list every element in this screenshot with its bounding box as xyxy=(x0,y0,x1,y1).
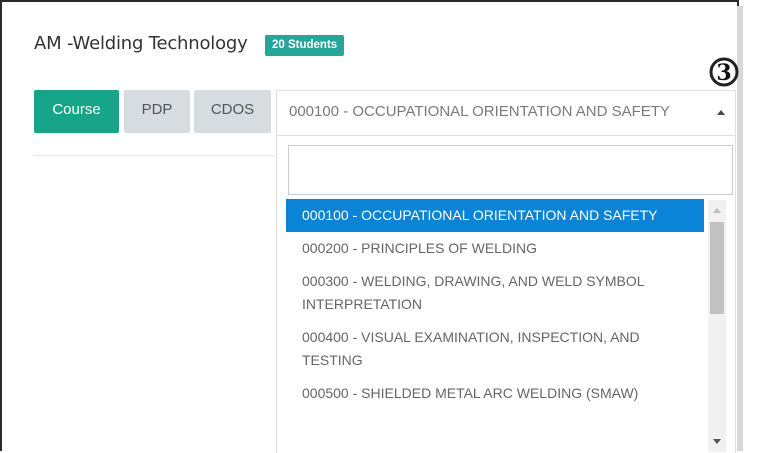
step-marker: 3 xyxy=(709,57,739,87)
dropdown-search-input[interactable] xyxy=(288,145,733,195)
course-select[interactable]: 000100 - OCCUPATIONAL ORIENTATION AND SA… xyxy=(276,90,736,135)
course-select-value: 000100 - OCCUPATIONAL ORIENTATION AND SA… xyxy=(289,103,670,120)
scrollbar-thumb[interactable] xyxy=(710,222,724,314)
step-number: 3 xyxy=(716,60,731,86)
option-item[interactable]: 000500 - SHIELDED METAL ARC WELDING (SMA… xyxy=(286,377,704,410)
panel: AM -Welding Technology 20 Students Cours… xyxy=(0,0,739,453)
page-title: AM -Welding Technology xyxy=(34,33,248,54)
option-item[interactable]: 000100 - OCCUPATIONAL ORIENTATION AND SA… xyxy=(286,199,704,232)
tab-underline xyxy=(34,155,275,156)
course-dropdown: 000100 - OCCUPATIONAL ORIENTATION AND SA… xyxy=(276,135,736,453)
tab-cdos[interactable]: CDOS xyxy=(194,90,271,133)
option-item[interactable]: 000400 - VISUAL EXAMINATION, INSPECTION,… xyxy=(286,321,704,377)
student-count-badge: 20 Students xyxy=(265,35,345,56)
scroll-up-arrow-icon[interactable] xyxy=(713,208,721,213)
tab-pdp[interactable]: PDP xyxy=(124,90,190,133)
option-item[interactable]: 000200 - PRINCIPLES OF WELDING xyxy=(286,232,704,265)
option-list: 000100 - OCCUPATIONAL ORIENTATION AND SA… xyxy=(286,199,704,410)
option-item[interactable]: 000300 - WELDING, DRAWING, AND WELD SYMB… xyxy=(286,265,704,321)
scroll-down-arrow-icon[interactable] xyxy=(713,439,721,444)
dropdown-scrollbar[interactable] xyxy=(708,200,726,452)
tab-course[interactable]: Course xyxy=(34,90,119,133)
chevron-up-icon[interactable] xyxy=(717,110,725,115)
